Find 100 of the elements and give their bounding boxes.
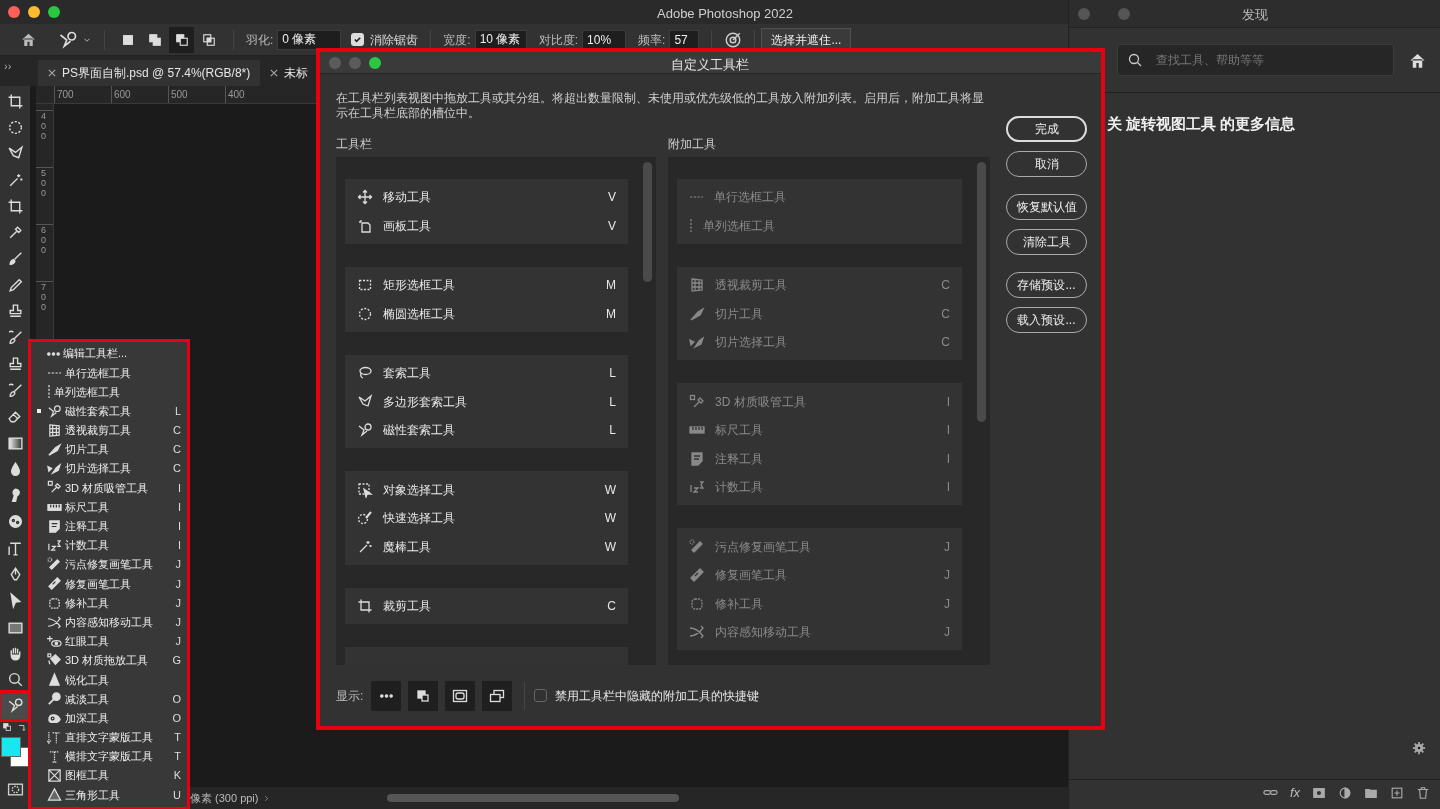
shortcut-label: O <box>172 710 181 726</box>
shortcut-label: M <box>606 305 616 323</box>
menu-item[interactable]: 标尺工具 <box>65 498 178 516</box>
menu-item[interactable]: 直排文字蒙版工具 <box>65 729 175 746</box>
magnetic-lasso-icon[interactable] <box>58 29 78 50</box>
menu-item[interactable]: 图框工具 <box>65 767 174 784</box>
artboard-icon <box>357 217 373 234</box>
menu-item[interactable]: 修复画笔工具 <box>65 575 176 593</box>
menu-item[interactable]: 红眼工具 <box>65 633 176 650</box>
chevron-icon[interactable] <box>262 793 272 803</box>
view-option-button[interactable] <box>482 680 513 711</box>
selection-mode-button[interactable] <box>169 26 194 53</box>
dotted-text-mask-icon <box>47 729 62 745</box>
menu-item[interactable]: 注释工具 <box>65 518 178 535</box>
tool-group[interactable]: 污点修复画笔工具 J 修复画笔工具 J 修补工具 J 内容感知移动工具 J <box>677 528 962 651</box>
plus-square-icon[interactable] <box>1390 785 1404 800</box>
tool-group[interactable]: 裁剪工具 C <box>345 587 628 625</box>
fx-button[interactable]: fx <box>1289 782 1300 803</box>
tool-group[interactable]: 矩形选框工具 M 椭圆选框工具 M <box>345 266 628 332</box>
ruler-label: 400 <box>41 111 47 141</box>
scrollbar-thumb[interactable] <box>643 161 652 282</box>
scrollbar-thumb[interactable] <box>977 161 986 422</box>
tool-group[interactable]: 移动工具 V 画板工具 V <box>345 178 628 244</box>
ruler-label: 600 <box>114 89 131 100</box>
search-field[interactable]: 查找工具、帮助等等 <box>1117 44 1394 76</box>
tool-button[interactable] <box>1 692 29 720</box>
tool-group[interactable]: 对象选择工具 W 快速选择工具 W 魔棒工具 W <box>345 471 628 565</box>
document-tab[interactable]: PS界面自制.psd @ 57.4%(RGB/8*) <box>38 60 261 86</box>
foreground-color-swatch[interactable] <box>1 737 21 758</box>
bandage-icon <box>689 538 705 555</box>
dialog-button[interactable]: 完成 <box>1006 116 1087 142</box>
zoom-button[interactable] <box>48 6 60 18</box>
half-circle-icon[interactable] <box>1338 785 1352 800</box>
tool-name: 污点修复画笔工具 <box>715 538 812 556</box>
checkbox[interactable] <box>534 689 548 702</box>
note-icon <box>689 450 705 467</box>
tool-name: 3D 材质吸管工具 <box>715 393 807 411</box>
close-icon[interactable] <box>270 69 279 77</box>
input-field[interactable]: 10 像素 <box>474 29 527 50</box>
menu-item[interactable]: 计数工具 <box>65 537 178 554</box>
swap-arrow-icon[interactable] <box>17 723 27 734</box>
menu-item[interactable]: 修补工具 <box>65 594 176 612</box>
menu-item[interactable]: 编辑工具栏... <box>63 345 181 362</box>
home-icon[interactable] <box>19 31 37 48</box>
scrollbar[interactable] <box>387 794 680 802</box>
menu-item[interactable]: 锐化工具 <box>65 671 181 689</box>
menu-item[interactable]: 3D 材质吸管工具 <box>65 479 178 497</box>
checkmark-icon <box>353 35 363 44</box>
menu-item[interactable]: 透视裁剪工具 <box>65 422 174 439</box>
menu-item[interactable]: 单行选框工具 <box>65 364 181 382</box>
knife-with-arrow-icon <box>689 334 705 351</box>
dashed-line-icon <box>689 195 704 200</box>
close-icon[interactable] <box>48 69 56 77</box>
tool-name: 计数工具 <box>715 479 764 497</box>
trash-icon[interactable] <box>1416 785 1430 800</box>
input-field[interactable]: 0 像素 <box>277 29 342 50</box>
menu-item[interactable]: 加深工具 <box>65 709 173 727</box>
menu-item[interactable]: 磁性套索工具 <box>65 402 175 420</box>
menu-item[interactable]: 3D 材质拖放工具 <box>65 652 173 669</box>
tool-name: 修复画笔工具 <box>715 567 788 585</box>
menu-item[interactable]: 横排文字蒙版工具 <box>65 748 175 765</box>
menu-item[interactable]: 单列选框工具 <box>54 383 181 401</box>
minimize-button[interactable] <box>28 6 40 18</box>
tool-group[interactable]: 单行选框工具 单列选框工具 <box>677 178 962 244</box>
settings-icon[interactable] <box>1412 741 1426 755</box>
window-title: Adobe Photoshop 2022 <box>657 5 793 23</box>
four-way-arrow-icon <box>357 189 373 206</box>
view-option-button[interactable] <box>445 680 476 711</box>
dashed-circle-in-square-icon[interactable] <box>6 781 24 799</box>
column-heading: 工具栏 <box>336 136 373 153</box>
knife-icon <box>47 442 62 458</box>
view-option-button[interactable] <box>371 680 402 711</box>
close-button[interactable] <box>8 6 20 18</box>
eraser-icon <box>6 408 24 426</box>
crop-icon <box>357 598 373 615</box>
menu-item[interactable]: 减淡工具 <box>65 690 173 708</box>
triangle-outline-icon <box>47 787 62 803</box>
tool-name: 对象选择工具 <box>383 481 456 499</box>
menu-item[interactable]: 切片选择工具 <box>65 460 174 477</box>
checkbox[interactable] <box>351 33 365 46</box>
input-field[interactable]: 57 <box>669 29 700 50</box>
ruler-label: 500 <box>171 89 188 100</box>
shortcut-label: J <box>175 634 181 650</box>
view-option-button[interactable] <box>408 680 439 711</box>
menu-item[interactable]: 切片工具 <box>65 441 174 458</box>
tool-group[interactable]: 套索工具 L 多边形套索工具 L 磁性套索工具 L <box>345 354 628 449</box>
panel-toggle[interactable]: ›› <box>4 58 12 75</box>
zoom-button[interactable] <box>369 57 381 69</box>
default-colors-icon[interactable] <box>3 723 13 734</box>
tool-name: 切片选择工具 <box>715 334 788 352</box>
tool-group[interactable]: 透视裁剪工具 C 切片工具 C 切片选择工具 C <box>677 266 962 361</box>
pressure-target-icon[interactable] <box>724 30 743 49</box>
menu-item[interactable]: 三角形工具 <box>65 786 174 804</box>
show-label: 显示: <box>336 687 364 705</box>
menu-item[interactable]: 内容感知移动工具 <box>65 613 176 631</box>
mask-icon[interactable] <box>1312 785 1326 800</box>
menu-item[interactable]: 污点修复画笔工具 <box>65 556 176 573</box>
input-field[interactable]: 10% <box>582 29 627 50</box>
tool-name: 画板工具 <box>383 217 432 235</box>
tool-group[interactable]: 3D 材质吸管工具 I 标尺工具 I 注释工具 I 计数工具 I <box>677 383 962 506</box>
